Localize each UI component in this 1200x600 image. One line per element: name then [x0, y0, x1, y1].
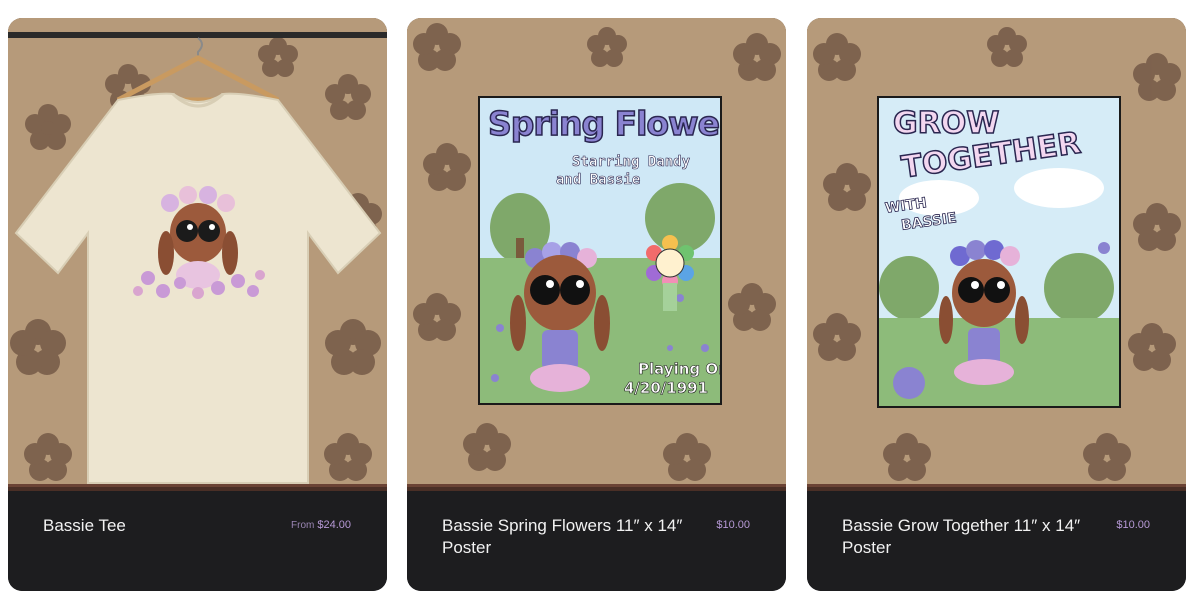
product-image-grow-together-poster[interactable]: GROW TOGETHER WITH BASSIE	[807, 18, 1186, 491]
price-value: $10.00	[1116, 519, 1150, 531]
product-info: Bassie Tee From $24.00	[8, 494, 387, 591]
price-value: $24.00	[317, 519, 351, 531]
spring-flowers-poster: Spring Flowers Starring Dandy and Bassie…	[478, 96, 722, 405]
product-name[interactable]: Bassie Grow Together 11″ x 14″ Poster	[842, 515, 1102, 559]
shelf	[807, 484, 1186, 491]
product-card-grow-together-poster[interactable]: GROW TOGETHER WITH BASSIE Bassie Grow To…	[807, 18, 1186, 591]
poster-date: 4/20/1991	[624, 379, 709, 398]
grow-together-poster: GROW TOGETHER WITH BASSIE	[877, 96, 1121, 408]
price-prefix: From	[291, 520, 315, 531]
poster-title-1: GROW	[892, 105, 1000, 142]
product-name[interactable]: Bassie Tee	[43, 515, 303, 537]
product-price: $10.00	[716, 518, 750, 532]
product-image-bassie-tee[interactable]	[8, 18, 387, 491]
poster-subtitle-2: and Bassie	[556, 172, 641, 189]
shelf	[407, 484, 786, 491]
product-info: Bassie Grow Together 11″ x 14″ Poster $1…	[807, 494, 1186, 591]
product-grid: Bassie Tee From $24.00 Spring Flowe Star…	[0, 0, 1200, 600]
product-card-spring-flowers-poster[interactable]: Spring Flowers Starring Dandy and Bassie…	[407, 18, 786, 591]
product-price: $10.00	[1116, 518, 1150, 532]
product-price: From $24.00	[291, 518, 351, 533]
poster-subtitle-1: Starring Dandy	[572, 154, 691, 171]
shelf	[8, 484, 387, 491]
poster-artwork	[480, 98, 720, 403]
price-value: $10.00	[716, 519, 750, 531]
product-card-bassie-tee[interactable]: Bassie Tee From $24.00	[8, 18, 387, 591]
product-name[interactable]: Bassie Spring Flowers 11″ x 14″ Poster	[442, 515, 702, 559]
poster-date-label: Playing On	[638, 360, 722, 379]
poster-title: Spring Flowers	[487, 103, 720, 144]
product-image-spring-flowers-poster[interactable]: Spring Flowers Starring Dandy and Bassie…	[407, 18, 786, 491]
flower-wall-background	[8, 18, 387, 491]
product-info: Bassie Spring Flowers 11″ x 14″ Poster $…	[407, 494, 786, 591]
